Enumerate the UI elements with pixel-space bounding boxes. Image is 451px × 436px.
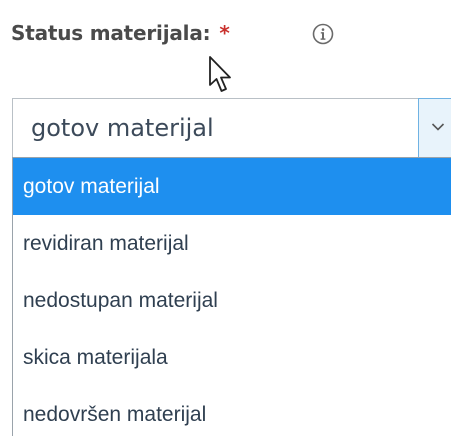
field-label-row: Status materijala: * <box>11 18 230 48</box>
field-label: Status materijala: <box>11 21 211 45</box>
info-circle-icon[interactable] <box>312 23 334 45</box>
required-marker: * <box>219 21 230 45</box>
status-dropdown-list: gotov materijal revidiran materijal nedo… <box>12 157 451 436</box>
dropdown-option-gotov-materijal[interactable]: gotov materijal <box>13 158 451 215</box>
dropdown-option-skica-materijala[interactable]: skica materijala <box>13 329 451 386</box>
dropdown-option-nedostupan-materijal[interactable]: nedostupan materijal <box>13 272 451 329</box>
mouse-cursor-icon <box>209 56 231 92</box>
dropdown-option-nedovrsen-materijal[interactable]: nedovršen materijal <box>13 386 451 436</box>
dropdown-option-revidiran-materijal[interactable]: revidiran materijal <box>13 215 451 272</box>
status-select[interactable]: gotov materijal <box>12 98 451 158</box>
status-field: Status materijala: * gotov materijal got… <box>0 0 451 436</box>
chevron-down-icon <box>431 123 445 131</box>
select-toggle-button[interactable] <box>418 98 451 158</box>
select-current-value: gotov materijal <box>31 114 214 142</box>
